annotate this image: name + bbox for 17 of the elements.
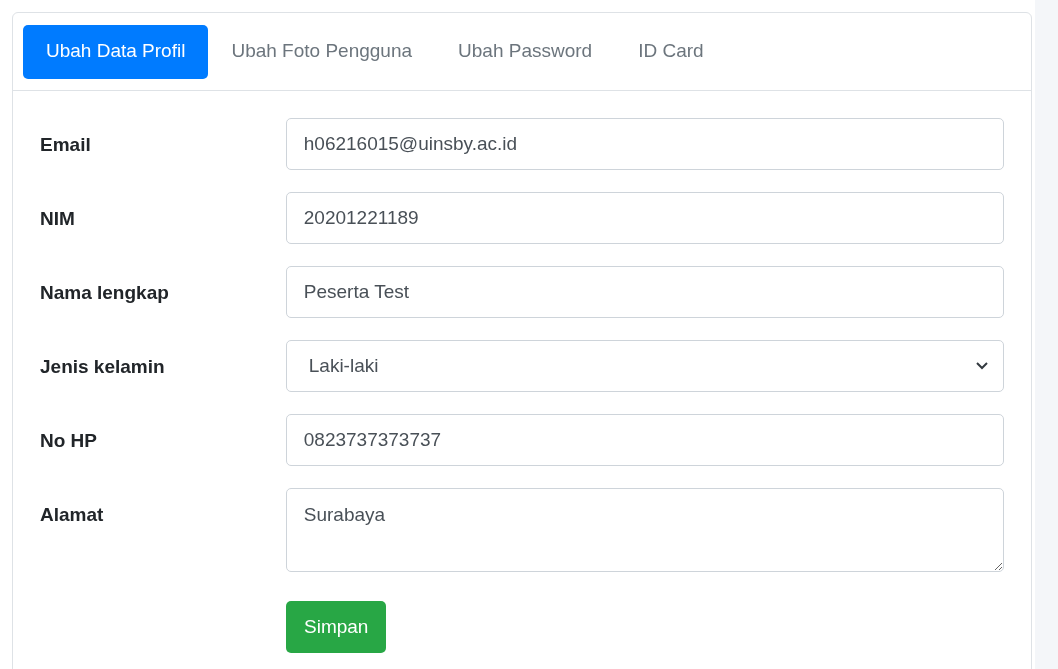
tab[interactable]: ID Card: [615, 24, 727, 79]
field-label: Jenis kelamin: [40, 355, 166, 379]
field-label: Alamat: [40, 503, 105, 527]
tab[interactable]: Ubah Foto Pengguna: [208, 24, 436, 79]
tab[interactable]: Ubah Password: [435, 24, 616, 79]
textarea-field[interactable]: Surabaya: [285, 488, 1004, 572]
field-label: Email: [40, 133, 92, 157]
field-label: NIM: [40, 207, 76, 231]
input-field[interactable]: 20201221189: [285, 192, 1004, 244]
input-field[interactable]: Peserta Test: [285, 266, 1004, 318]
field-label: No HP: [40, 429, 98, 453]
field-label: Nama lengkap: [40, 281, 170, 305]
input-field[interactable]: h06216015@uinsby.ac.id: [285, 118, 1004, 170]
tab[interactable]: Ubah Data Profil: [23, 24, 209, 79]
input-field[interactable]: 0823737373737: [285, 414, 1004, 466]
chevron-down-icon: [975, 361, 989, 371]
select-field[interactable]: Laki-laki: [285, 340, 1004, 392]
